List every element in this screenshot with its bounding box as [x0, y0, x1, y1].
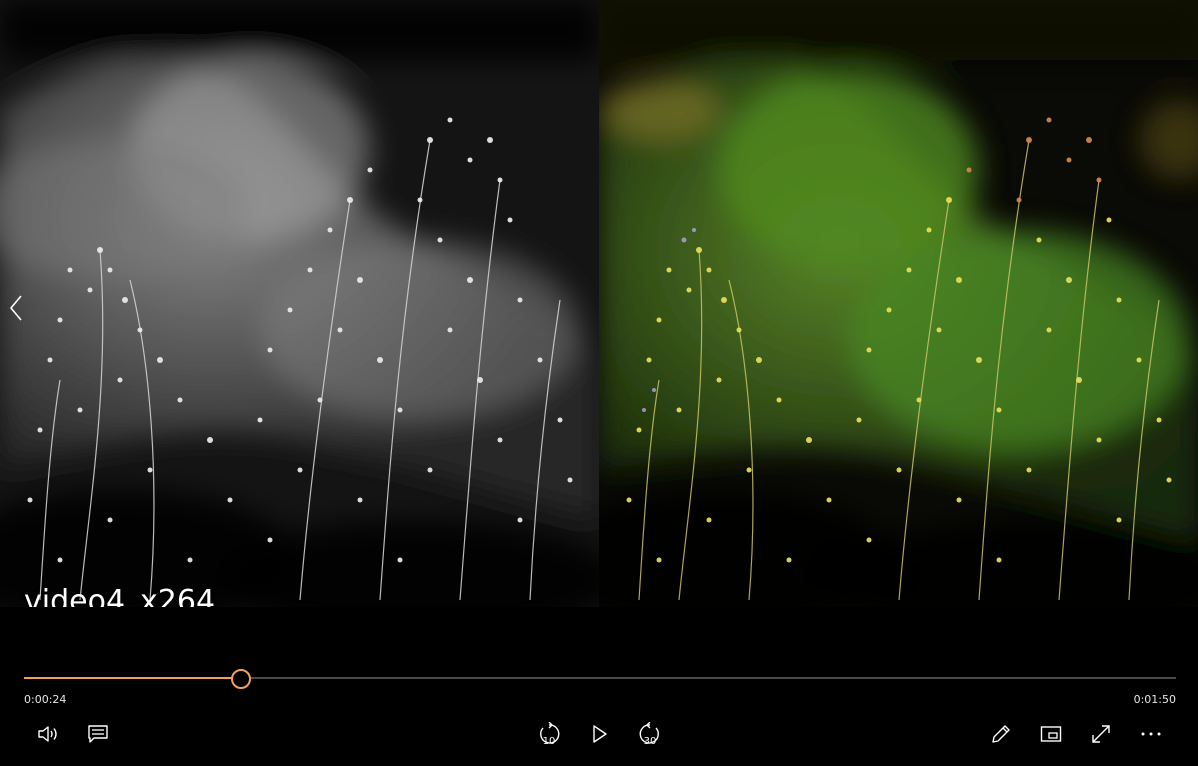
more-options-button[interactable]	[1135, 718, 1167, 750]
skip-forward-button[interactable]: 30	[634, 718, 666, 750]
mini-view-button[interactable]	[1035, 718, 1067, 750]
color-frame-image	[599, 0, 1198, 607]
video-color-view	[599, 0, 1198, 607]
edit-pencil-icon	[992, 725, 1010, 743]
seek-bar[interactable]	[24, 668, 1176, 689]
chevron-left-icon	[9, 295, 22, 321]
more-options-icon	[1141, 732, 1161, 736]
seek-thumb[interactable]	[231, 669, 251, 689]
skip-back-button[interactable]: 10	[533, 718, 565, 750]
subtitles-icon	[88, 725, 108, 743]
current-time: 0:00:24	[24, 693, 67, 706]
fullscreen-button[interactable]	[1085, 718, 1117, 750]
fullscreen-icon	[1092, 725, 1110, 743]
play-button[interactable]	[584, 718, 616, 750]
play-icon	[593, 725, 607, 743]
volume-icon	[38, 726, 57, 742]
edit-button[interactable]	[985, 718, 1017, 750]
skip-back-label: 10	[542, 736, 556, 747]
video-player: video4_x264 0:00:24 0:01:50 10 30	[0, 0, 1198, 766]
mini-view-icon	[1040, 726, 1062, 742]
video-frame[interactable]: video4_x264	[0, 0, 1198, 607]
skip-forward-label: 30	[643, 736, 657, 747]
previous-video-button[interactable]	[4, 290, 28, 326]
subtitles-button[interactable]	[82, 718, 114, 750]
volume-button[interactable]	[33, 718, 65, 750]
total-time: 0:01:50	[1133, 693, 1176, 706]
video-grayscale-view	[0, 0, 599, 607]
video-title: video4_x264	[24, 584, 216, 607]
grayscale-frame-image	[0, 0, 599, 607]
seek-progress	[24, 677, 240, 679]
